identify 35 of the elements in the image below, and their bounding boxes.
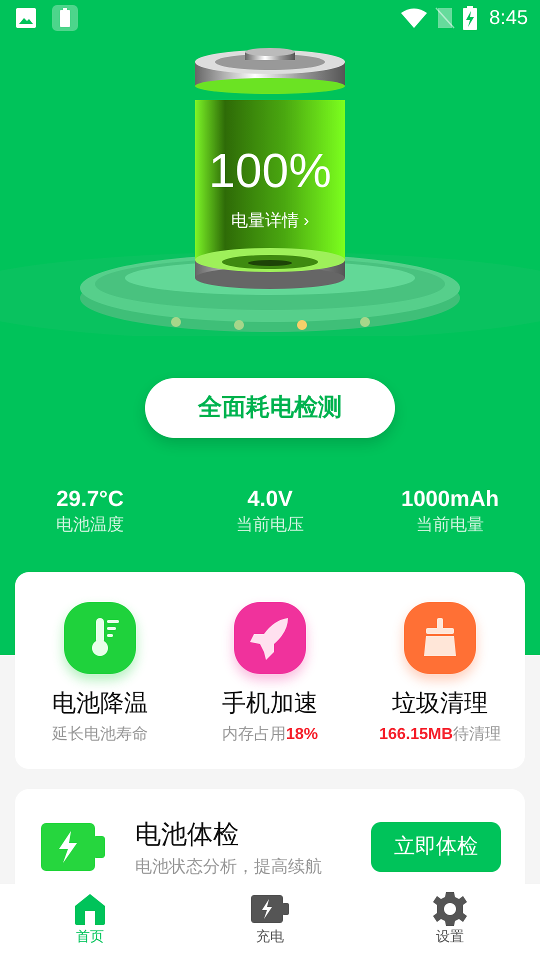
- tool-subtitle: 内存占用18%: [222, 724, 318, 745]
- tool-subtitle: 延长电池寿命: [52, 724, 148, 745]
- wifi-icon: [401, 8, 428, 28]
- tool-tile[interactable]: [234, 602, 306, 674]
- rocket-icon: [250, 616, 290, 660]
- nav-tab[interactable]: 设置: [433, 884, 467, 960]
- charging-battery-icon: [463, 6, 478, 30]
- power-scan-button[interactable]: 全面耗电检测: [145, 378, 395, 438]
- no-sim-icon: [435, 7, 456, 29]
- battery-details-link[interactable]: 电量详情 ›: [230, 208, 310, 234]
- check-now-button[interactable]: 立即体检: [371, 822, 501, 872]
- checkup-title: 电池体检: [135, 818, 240, 851]
- stat-value: 1000mAh: [401, 486, 499, 512]
- stat-label: 电池温度: [56, 514, 124, 536]
- clock-time: 8:45: [489, 6, 528, 31]
- charging-battery-icon: [251, 892, 289, 926]
- tool-title: 手机加速: [222, 690, 318, 719]
- tool-title: 电池降温: [52, 690, 148, 719]
- nav-tab[interactable]: 充电: [251, 884, 289, 960]
- stat-value: 4.0V: [247, 486, 293, 512]
- home-icon: [74, 892, 106, 926]
- tool-tile[interactable]: [404, 602, 476, 674]
- settings-icon: [433, 892, 467, 926]
- tool-tile[interactable]: [64, 602, 136, 674]
- nav-tab[interactable]: 首页: [74, 884, 106, 960]
- tool-subtitle: 166.15MB待清理: [379, 724, 501, 745]
- tool-title: 垃圾清理: [392, 690, 488, 719]
- stat-label: 当前电压: [236, 514, 304, 536]
- battery-notification-icon: [52, 5, 78, 31]
- stat-value: 29.7°C: [56, 486, 124, 512]
- stat-label: 当前电量: [416, 514, 484, 536]
- checkup-subtitle: 电池状态分析，提高续航: [135, 856, 323, 878]
- image-icon: [16, 8, 36, 28]
- battery-percentage: 100%: [208, 148, 332, 196]
- charging-battery-icon: [41, 822, 105, 871]
